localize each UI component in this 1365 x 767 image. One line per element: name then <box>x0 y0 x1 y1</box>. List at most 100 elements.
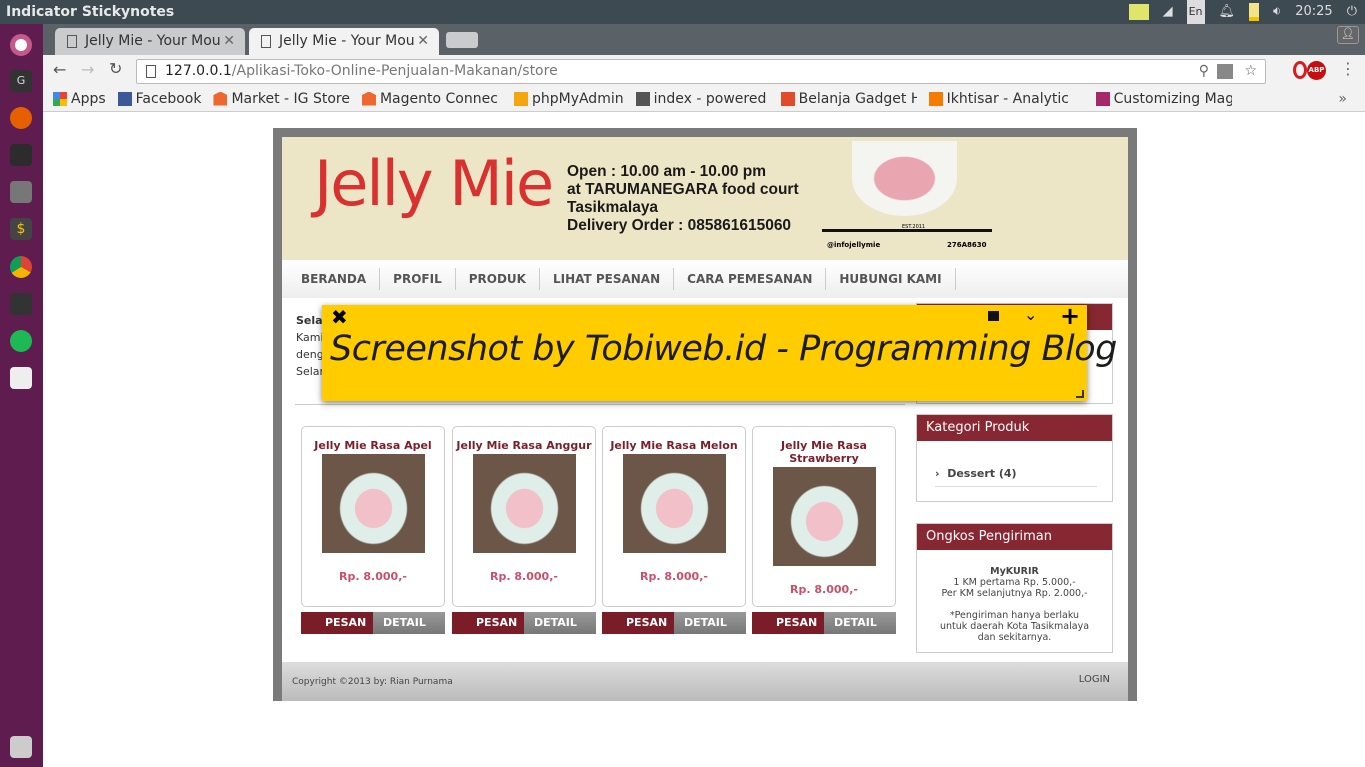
spotify-icon[interactable] <box>10 330 32 352</box>
battery-icon[interactable] <box>1249 3 1260 21</box>
note-text[interactable]: Screenshot by Tobiweb.id - Programming B… <box>330 329 1117 369</box>
product-name[interactable]: Jelly Mie Rasa Melon <box>603 439 745 452</box>
bookmark-customizing[interactable]: Customizing Mag <box>1095 90 1232 107</box>
order-button[interactable]: PESAN <box>452 612 524 634</box>
detail-button[interactable]: DETAIL <box>373 612 445 634</box>
nav-hubungi-kami[interactable]: HUBUNGI KAMI <box>826 268 956 290</box>
nav-produk[interactable]: PRODUK <box>456 268 540 290</box>
category-item[interactable]: › Dessert (4) <box>935 467 1097 487</box>
add-note-icon[interactable]: + <box>1060 302 1080 330</box>
pin-code: 276A8630 <box>947 241 987 249</box>
files-icon[interactable] <box>10 181 32 203</box>
firefox-icon[interactable] <box>10 107 32 129</box>
stickynotes-icon[interactable] <box>1128 4 1149 20</box>
product-card[interactable]: Jelly Mie Rasa Strawberry Rp. 8.000,- <box>752 426 896 607</box>
opera-icon[interactable] <box>1293 61 1307 79</box>
forward-button[interactable]: → <box>81 60 94 79</box>
trash-icon[interactable] <box>10 736 32 758</box>
order-button[interactable]: PESAN <box>752 612 824 634</box>
product-image[interactable] <box>472 454 576 553</box>
order-button[interactable]: PESAN <box>301 612 373 634</box>
close-tab-icon[interactable]: ✕ <box>223 28 235 55</box>
reload-button[interactable]: ↻ <box>109 59 122 78</box>
chevron-down-icon[interactable]: ⌄ <box>1024 305 1037 324</box>
yoast-icon <box>1095 91 1110 106</box>
product-name[interactable]: Jelly Mie Rasa Anggur <box>453 439 595 452</box>
category-label[interactable]: Dessert (4) <box>947 467 1016 480</box>
keyboard-indicator[interactable]: En <box>1186 0 1205 24</box>
product-card[interactable]: Jelly Mie Rasa Anggur Rp. 8.000,- <box>452 426 596 607</box>
detail-button[interactable]: DETAIL <box>824 612 896 634</box>
nav-beranda[interactable]: BERANDA <box>288 268 381 290</box>
twitter-handle: @infojellymie <box>827 241 881 249</box>
detail-button[interactable]: DETAIL <box>674 612 746 634</box>
text-editor-icon[interactable] <box>10 367 32 389</box>
bookmark-belanja[interactable]: Belanja Gadget H <box>780 91 917 107</box>
address-bar[interactable]: 127.0.0.1/Aplikasi-Toko-Online-Penjualan… <box>136 59 1266 84</box>
cat-app-icon[interactable] <box>10 293 32 315</box>
power-icon[interactable]: ⏻ <box>1347 0 1357 24</box>
network-icon[interactable]: ◢ <box>1163 0 1173 24</box>
close-note-icon[interactable]: ✖ <box>331 305 348 329</box>
order-button[interactable]: PESAN <box>602 612 674 634</box>
product-card[interactable]: Jelly Mie Rasa Apel Rp. 8.000,- <box>301 426 445 607</box>
bookmark-market[interactable]: Market - IG Store <box>213 91 350 107</box>
gnome-app-icon[interactable]: G <box>10 70 32 92</box>
tab-title: Jelly Mie - Your Mou <box>85 33 221 49</box>
bookmark-phpmyadmin[interactable]: phpMyAdmin <box>513 91 624 107</box>
url-path: /Aplikasi-Toko-Online-Penjualan-Makanan/… <box>231 63 558 79</box>
lock-icon[interactable] <box>988 311 999 321</box>
folder-icon <box>635 91 650 106</box>
bell-icon[interactable]: 🔔︎ <box>1219 0 1236 24</box>
bookmark-label: Ikhtisar - Analytic <box>946 90 1069 107</box>
product-price: Rp. 8.000,- <box>640 570 708 583</box>
product-image[interactable] <box>772 467 876 566</box>
profile-button[interactable]: 👤︎ <box>1337 26 1359 44</box>
product-actions: PESAN DETAIL <box>301 612 445 634</box>
product-image[interactable] <box>321 454 425 553</box>
zoom-icon[interactable]: ⚲ <box>1199 60 1209 83</box>
product-card[interactable]: Jelly Mie Rasa Melon Rp. 8.000,- <box>602 426 746 607</box>
bookmark-index[interactable]: index - powered b <box>635 91 769 107</box>
detail-button[interactable]: DETAIL <box>524 612 596 634</box>
magento-icon <box>780 91 795 106</box>
product-image[interactable] <box>622 454 726 553</box>
ubuntu-dash-icon[interactable] <box>10 34 32 56</box>
page-info-icon[interactable] <box>146 65 156 78</box>
product-price: Rp. 8.000,- <box>790 583 858 596</box>
back-button[interactable]: ← <box>53 60 66 79</box>
close-tab-icon[interactable]: ✕ <box>417 28 429 55</box>
translate-icon[interactable] <box>1217 64 1233 79</box>
new-tab-button[interactable] <box>446 32 478 48</box>
bookmark-apps[interactable]: Apps <box>53 91 106 107</box>
clock[interactable]: 20:25 <box>1295 0 1332 24</box>
shipping-widget: Ongkos Pengiriman MyKURIR 1 KM pertama R… <box>916 523 1113 653</box>
shipping-rate-2: Per KM selanjutnya Rp. 2.000,- <box>941 588 1088 599</box>
copyright: Copyright ©2013 by: Rian Purnama <box>292 677 453 687</box>
delivery-order: Delivery Order : 085861615060 <box>567 217 792 234</box>
bookmark-label: Customizing Mag <box>1113 90 1232 107</box>
tab-inactive[interactable]: Jelly Mie - Your Mou ✕ <box>55 28 245 55</box>
volume-icon[interactable]: 🔉︎ <box>1273 0 1281 24</box>
product-name[interactable]: Jelly Mie Rasa Strawberry <box>753 439 895 465</box>
nav-cara-pemesanan[interactable]: CARA PEMESANAN <box>674 268 827 290</box>
bookmark-magento[interactable]: Magento Connec <box>361 91 502 107</box>
bookmark-star-icon[interactable]: ☆ <box>1244 60 1257 83</box>
nav-lihat-pesanan[interactable]: LIHAT PESANAN <box>540 268 675 290</box>
nav-profil[interactable]: PROFIL <box>380 268 456 290</box>
shipping-rate-1: 1 KM pertama Rp. 5.000,- <box>953 577 1076 588</box>
sticky-note[interactable]: ✖ ⌄ + Screenshot by Tobiweb.id - Program… <box>322 302 1117 401</box>
more-bookmarks-icon[interactable]: » <box>1338 91 1347 107</box>
bookmark-analytics[interactable]: Ikhtisar - Analytic <box>928 90 1084 107</box>
resize-handle-icon[interactable] <box>1076 390 1084 398</box>
product-name[interactable]: Jelly Mie Rasa Apel <box>302 439 444 452</box>
adblock-button[interactable]: ABP <box>1307 61 1326 80</box>
menu-icon[interactable]: ⋮ <box>1340 59 1356 78</box>
tab-active[interactable]: Jelly Mie - Your Mou ✕ <box>249 28 439 55</box>
bookmark-facebook[interactable]: Facebook <box>117 91 201 107</box>
banner-info: Open : 10.00 am - 10.00 pm at TARUMANEGA… <box>567 163 799 235</box>
terminal-icon[interactable] <box>10 144 32 166</box>
chrome-icon[interactable] <box>10 256 32 278</box>
login-link[interactable]: LOGIN <box>1079 674 1110 685</box>
dollar-app-icon[interactable]: $ <box>10 218 32 240</box>
